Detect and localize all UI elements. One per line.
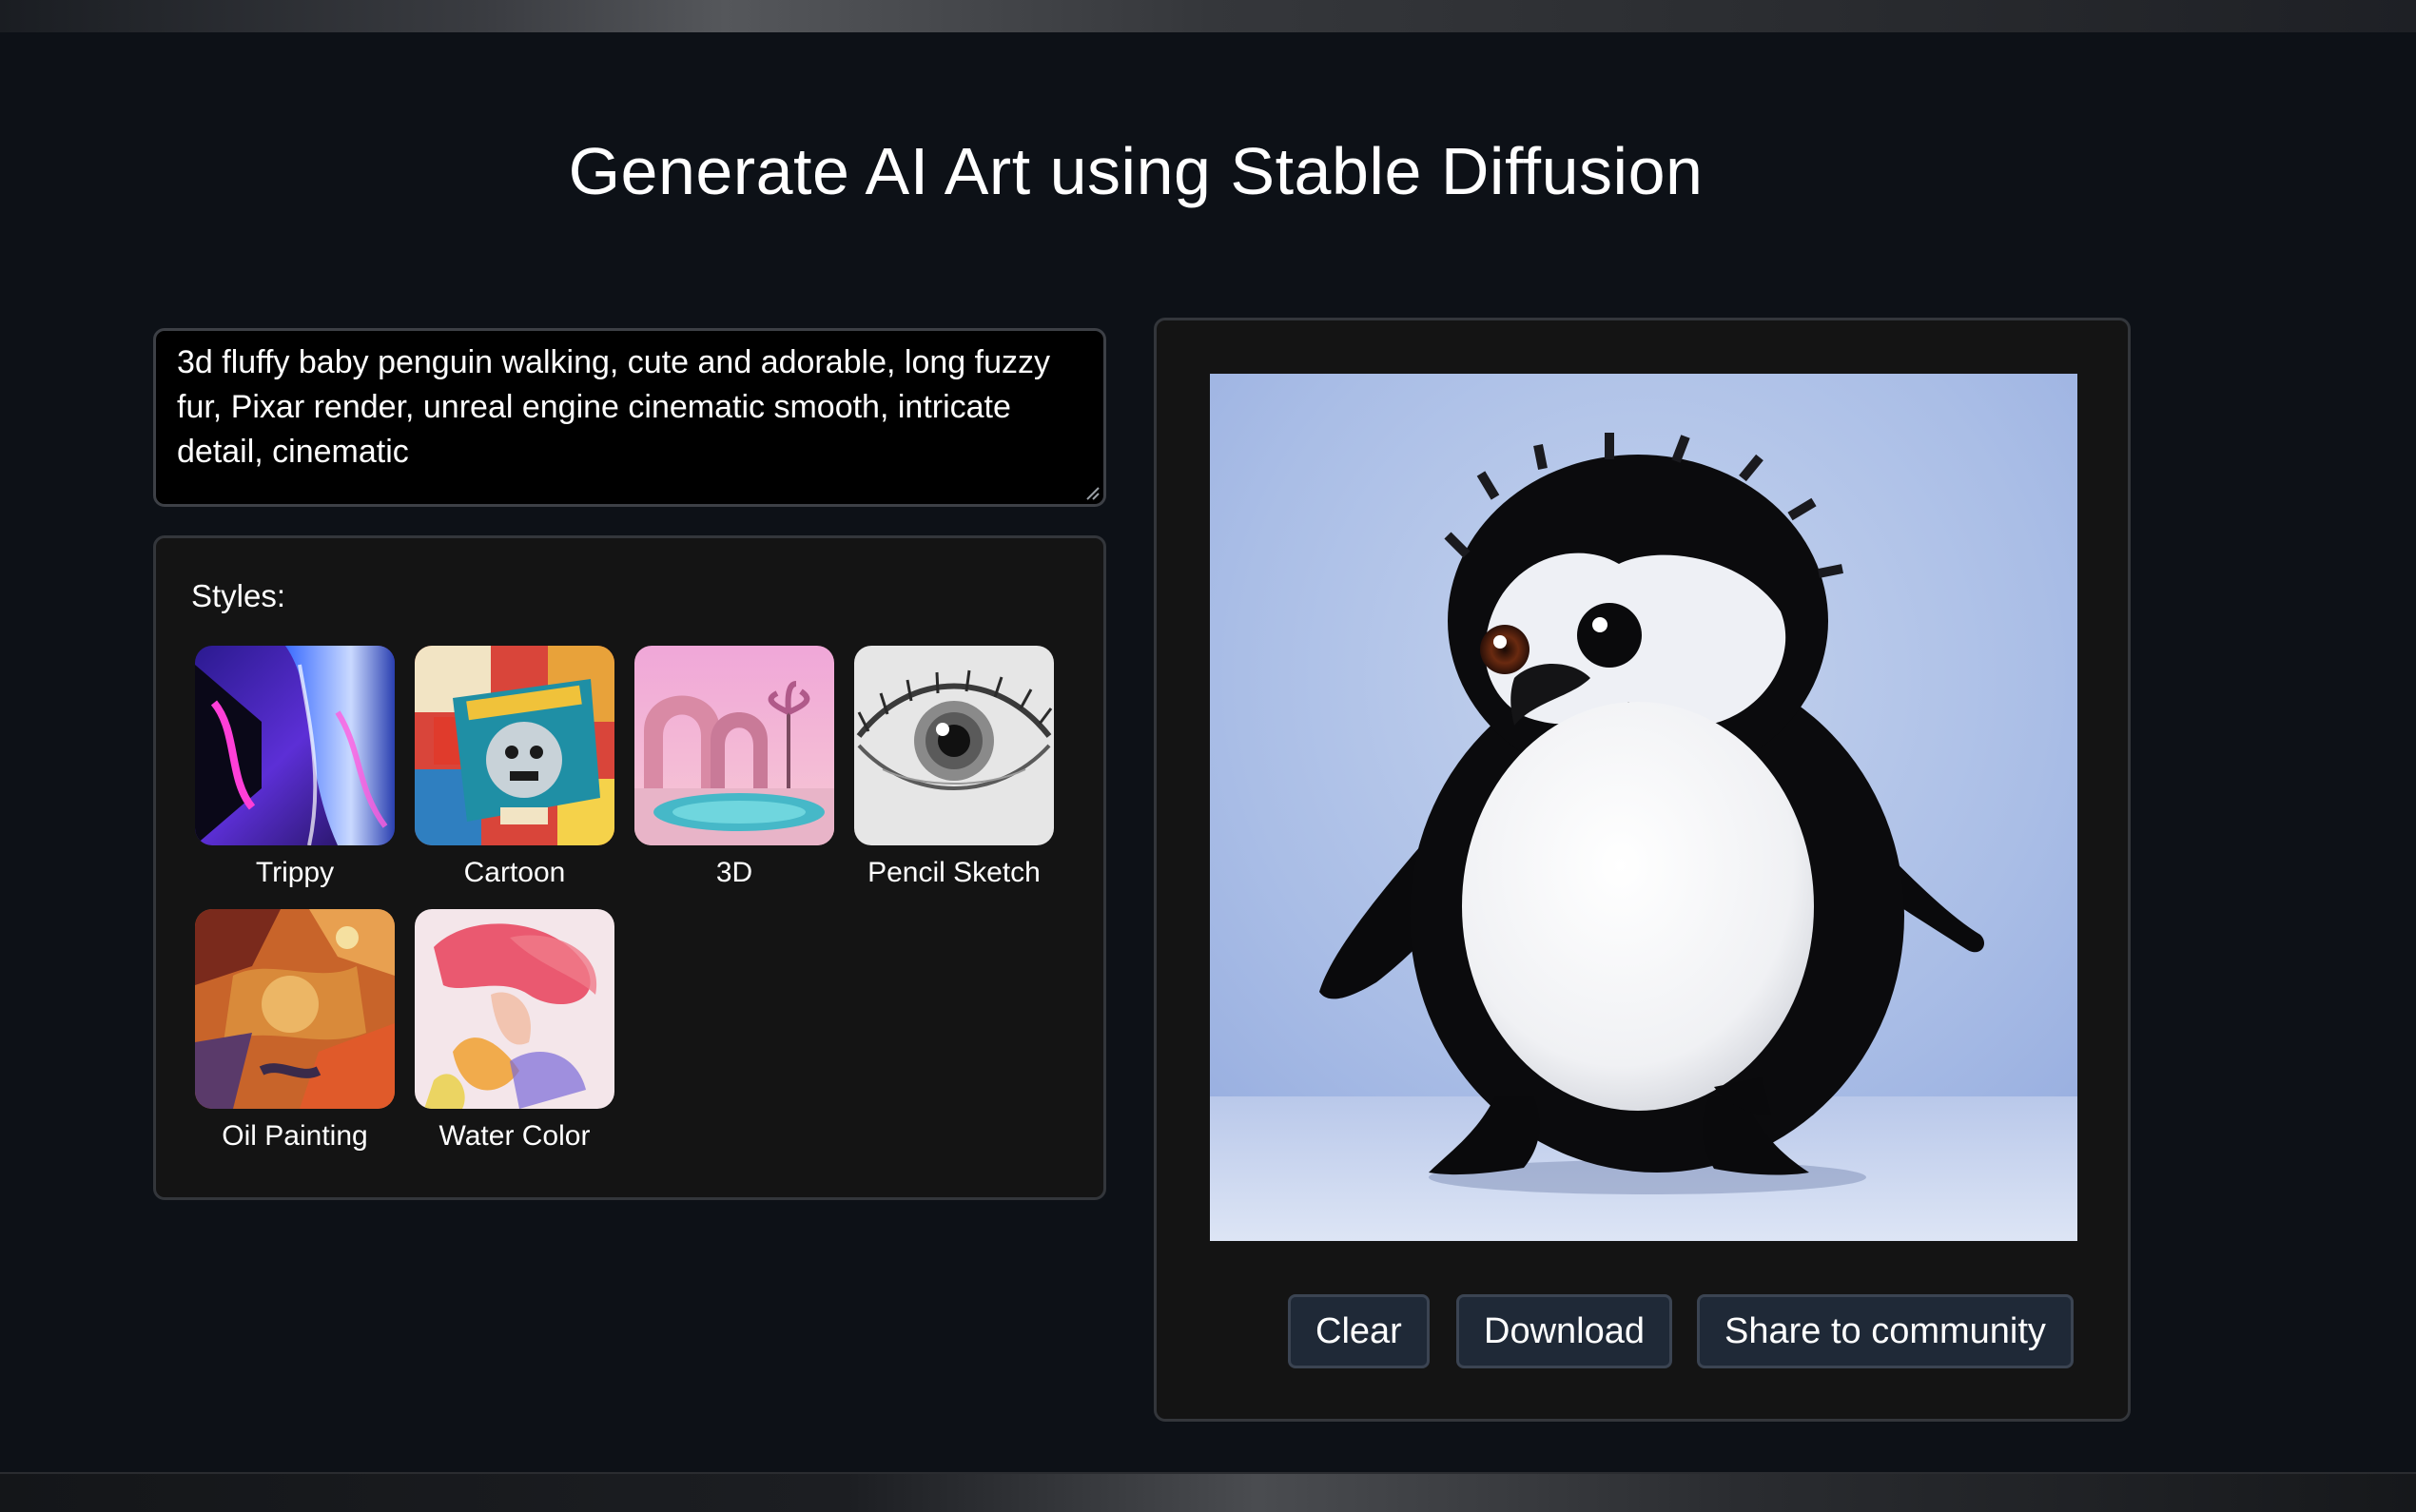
page-title: Generate AI Art using Stable Diffusion (568, 134, 1704, 208)
share-to-community-button[interactable]: Share to community (1697, 1294, 2074, 1368)
prompt-textarea[interactable]: 3d fluffy baby penguin walking, cute and… (153, 328, 1106, 507)
clear-button[interactable]: Clear (1288, 1294, 1430, 1368)
style-option-cartoon[interactable]: Cartoon (405, 646, 624, 889)
resize-handle-icon[interactable] (1084, 485, 1100, 500)
style-label: Water Color (438, 1120, 591, 1152)
style-option-trippy[interactable]: Trippy (185, 646, 404, 889)
water-color-thumbnail (415, 909, 614, 1109)
style-label: 3D (715, 857, 753, 888)
pencil-sketch-thumbnail (854, 646, 1054, 845)
style-option-pencil-sketch[interactable]: Pencil Sketch (845, 646, 1063, 889)
prompt-text: 3d fluffy baby penguin walking, cute and… (177, 344, 1050, 470)
style-label: Cartoon (463, 857, 566, 888)
style-label: Oil Painting (222, 1120, 368, 1152)
style-label: Pencil Sketch (867, 857, 1041, 888)
browser-bottom-bar (0, 1472, 2416, 1512)
styles-panel: Styles: Trippy Cartoon 3D Pencil Sketch … (153, 535, 1106, 1200)
3d-thumbnail (634, 646, 834, 845)
style-label: Trippy (255, 857, 335, 888)
trippy-thumbnail (195, 646, 395, 845)
style-option-3d[interactable]: 3D (625, 646, 844, 889)
output-panel: Clear Download Share to community (1154, 318, 2131, 1422)
browser-top-bar (0, 0, 2416, 32)
cartoon-thumbnail (415, 646, 614, 845)
style-option-water-color[interactable]: Water Color (405, 909, 624, 1153)
oil-painting-thumbnail (195, 909, 395, 1109)
download-button[interactable]: Download (1456, 1294, 1672, 1368)
style-option-oil-painting[interactable]: Oil Painting (185, 909, 404, 1153)
generated-image (1210, 374, 2077, 1241)
styles-label: Styles: (191, 578, 286, 613)
